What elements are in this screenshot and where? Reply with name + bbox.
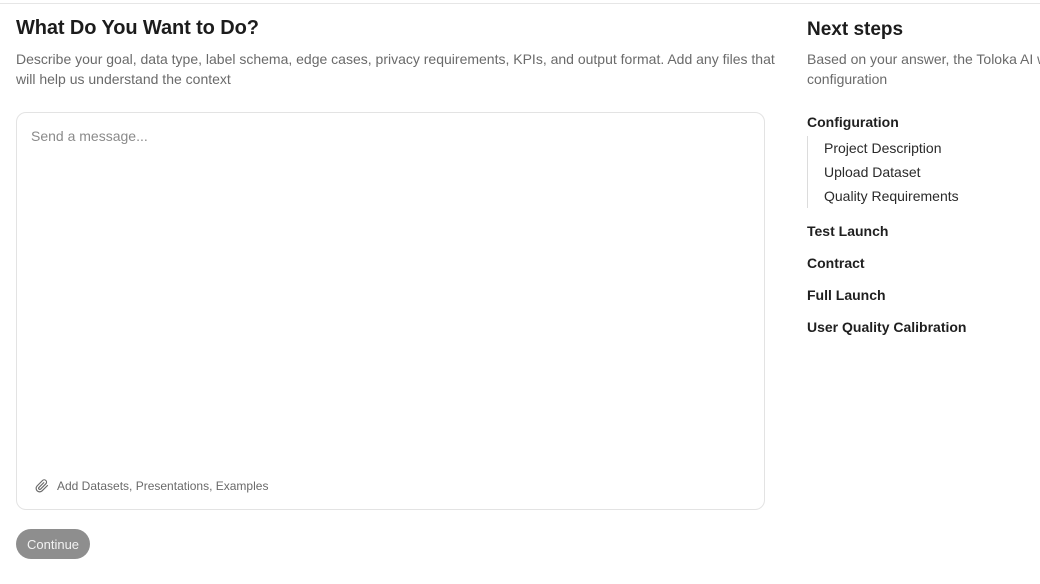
paperclip-icon [35,479,49,493]
substep-upload-dataset[interactable]: Upload Dataset [824,160,1040,184]
page-title: What Do You Want to Do? [16,17,259,39]
step-user-quality-calibration[interactable]: User Quality Calibration [807,318,1040,336]
goal-section: What Do You Want to Do? Describe your go… [16,0,775,584]
configuration-substeps: Project Description Upload Dataset Quali… [807,136,1040,208]
step-full-launch[interactable]: Full Launch [807,286,1040,304]
step-test-launch[interactable]: Test Launch [807,222,1040,240]
steps-list: Configuration Project Description Upload… [807,113,1040,336]
next-steps-description: Based on your answer, the Toloka AI will… [807,51,1040,87]
message-input[interactable] [31,127,747,467]
add-files-button[interactable]: Add Datasets, Presentations, Examples [35,479,268,493]
step-contract[interactable]: Contract [807,254,1040,272]
next-steps-panel: Next steps Based on your answer, the Tol… [807,0,1040,584]
next-steps-title: Next steps [807,19,904,40]
continue-button[interactable]: Continue [16,529,91,559]
page-description: Describe your goal, data type, label sch… [16,51,775,87]
message-composer: Add Datasets, Presentations, Examples [16,112,765,510]
add-files-label: Add Datasets, Presentations, Examples [57,479,269,493]
step-configuration[interactable]: Configuration [807,113,1040,131]
substep-quality-requirements[interactable]: Quality Requirements [824,184,1040,208]
substep-project-description[interactable]: Project Description [824,136,1040,160]
